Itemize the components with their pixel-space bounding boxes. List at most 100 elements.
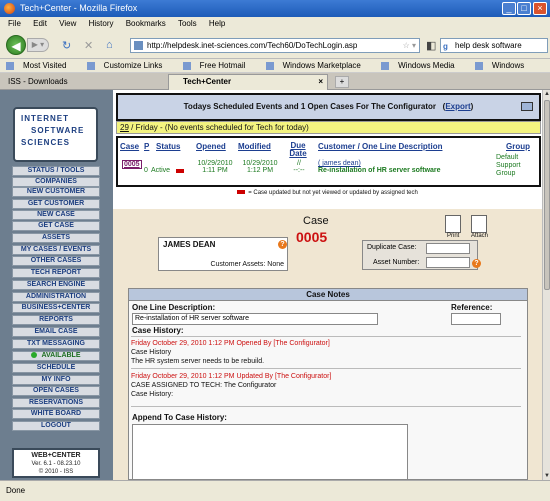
case-number: 0005 bbox=[296, 229, 328, 245]
nav-get-case[interactable]: GET CASE bbox=[12, 221, 100, 231]
google-icon: g bbox=[443, 42, 448, 51]
col-group[interactable]: Group bbox=[506, 142, 530, 151]
print-label[interactable]: Print bbox=[447, 233, 459, 239]
nav-new-customer[interactable]: NEW CUSTOMER bbox=[12, 187, 100, 197]
scroll-thumb[interactable] bbox=[544, 100, 550, 290]
divider bbox=[131, 406, 521, 407]
col-customer[interactable]: Customer / One Line Description bbox=[318, 142, 442, 151]
bookmark-star-icon[interactable]: ☆ ▾ bbox=[403, 39, 416, 52]
nav-new-case[interactable]: NEW CASE bbox=[12, 210, 100, 220]
window-title: Tech+Center - Mozilla Firefox bbox=[20, 3, 138, 13]
case-id-link[interactable]: 0005 bbox=[122, 160, 142, 169]
help-icon[interactable]: ? bbox=[278, 240, 287, 249]
status-bar: Done bbox=[0, 480, 550, 501]
nav-get-customer[interactable]: GET CUSTOMER bbox=[12, 199, 100, 209]
export-link[interactable]: Export bbox=[445, 102, 470, 111]
menu-edit[interactable]: Edit bbox=[33, 19, 47, 28]
page-content: INTERNET SOFTWARE SCIENCES STATUS / TOOL… bbox=[0, 90, 542, 480]
append-history-textarea[interactable] bbox=[132, 424, 408, 480]
customer-cell: ( james dean) Re-installation of HR serve… bbox=[318, 160, 441, 174]
nav-my-info[interactable]: MY INFO bbox=[12, 375, 100, 385]
scroll-up-icon[interactable]: ▲ bbox=[543, 90, 550, 98]
nav-available[interactable]: AVAILABLE bbox=[12, 351, 100, 361]
back-button[interactable]: ◀ bbox=[6, 35, 26, 55]
nav-other-cases[interactable]: OTHER CASES bbox=[12, 256, 100, 266]
search-text: help desk software bbox=[455, 41, 522, 50]
nav-search-engine[interactable]: SEARCH ENGINE bbox=[12, 280, 100, 290]
nav-business-center[interactable]: BUSINESS+CENTER bbox=[12, 303, 100, 313]
tab-bar: ISS - Downloads Tech+Center × + bbox=[0, 73, 550, 90]
attach-icon[interactable] bbox=[471, 215, 487, 233]
nav-companies[interactable]: COMPANIES bbox=[12, 177, 100, 187]
schedule-header: Todays Scheduled Events and 1 Open Cases… bbox=[116, 93, 541, 121]
page-scrollbar[interactable]: ▲ ▼ bbox=[542, 90, 550, 480]
new-tab-button[interactable]: + bbox=[335, 76, 349, 88]
menu-bookmarks[interactable]: Bookmarks bbox=[126, 19, 166, 28]
bookmark-windows-marketplace[interactable]: Windows Marketplace bbox=[265, 61, 367, 70]
maximize-button[interactable]: □ bbox=[517, 2, 531, 15]
tab-iss-downloads[interactable]: ISS - Downloads bbox=[2, 75, 162, 89]
col-status[interactable]: Status bbox=[156, 142, 180, 151]
stop-icon[interactable]: ✕ bbox=[84, 39, 93, 52]
menu-tools[interactable]: Tools bbox=[178, 19, 197, 28]
search-engine-icon[interactable]: ◧ bbox=[426, 39, 436, 52]
nav-txt-messaging[interactable]: TXT MESSAGING bbox=[12, 339, 100, 349]
nav-administration[interactable]: ADMINISTRATION bbox=[12, 292, 100, 302]
asset-number-input[interactable] bbox=[426, 257, 470, 268]
bookmark-windows-media[interactable]: Windows Media bbox=[381, 61, 460, 70]
nav-status-tools[interactable]: STATUS / TOOLS bbox=[12, 166, 100, 176]
bookmark-customize-links[interactable]: Customize Links bbox=[86, 61, 169, 70]
col-due-date[interactable]: Due Date bbox=[286, 142, 310, 158]
nav-reports[interactable]: REPORTS bbox=[12, 315, 100, 325]
col-opened[interactable]: Opened bbox=[196, 142, 226, 151]
scroll-down-icon[interactable]: ▼ bbox=[543, 472, 550, 480]
forward-button[interactable]: ▶ ▾ bbox=[27, 38, 49, 52]
updated-flag-icon bbox=[237, 190, 246, 195]
menu-view[interactable]: View bbox=[59, 19, 76, 28]
col-case[interactable]: Case bbox=[120, 142, 139, 151]
nav-assets[interactable]: ASSETS bbox=[12, 233, 100, 243]
col-modified[interactable]: Modified bbox=[238, 142, 271, 151]
divider bbox=[131, 368, 521, 369]
nav-schedule[interactable]: SCHEDULE bbox=[12, 363, 100, 373]
window-icon[interactable] bbox=[521, 102, 533, 111]
nav-my-cases-events[interactable]: MY CASES / EVENTS bbox=[12, 245, 100, 255]
reference-input[interactable] bbox=[451, 313, 501, 325]
legend: = Case updated but not yet viewed or upd… bbox=[113, 190, 542, 200]
customer-link[interactable]: ( james dean) bbox=[318, 160, 361, 167]
menu-help[interactable]: Help bbox=[209, 19, 225, 28]
bookmark-free-hotmail[interactable]: Free Hotmail bbox=[182, 61, 252, 70]
description-input[interactable]: Re-installation of HR server software bbox=[132, 313, 378, 325]
bookmark-windows[interactable]: Windows bbox=[474, 61, 530, 70]
nav-reservations[interactable]: RESERVATIONS bbox=[12, 398, 100, 408]
history-entry-text: The HR system server needs to be rebuild… bbox=[131, 358, 265, 365]
menu-history[interactable]: History bbox=[89, 19, 114, 28]
duplicate-case-input[interactable] bbox=[426, 243, 470, 254]
close-window-button[interactable]: × bbox=[533, 2, 547, 15]
close-tab-icon[interactable]: × bbox=[318, 75, 323, 89]
minimize-button[interactable]: _ bbox=[502, 2, 516, 15]
print-icon[interactable] bbox=[445, 215, 461, 233]
col-priority[interactable]: P bbox=[144, 142, 149, 151]
bookmark-icon bbox=[182, 61, 191, 70]
nav-logout[interactable]: LOGOUT bbox=[12, 421, 100, 431]
url-bar[interactable]: http://helpdesk.inet-sciences.com/Tech60… bbox=[130, 38, 420, 53]
search-input[interactable]: g help desk software bbox=[440, 38, 548, 53]
reload-icon[interactable]: ↻ bbox=[62, 39, 71, 52]
available-status-icon bbox=[31, 352, 38, 359]
home-icon[interactable]: ⌂ bbox=[106, 39, 113, 51]
tab-tech-center[interactable]: Tech+Center × bbox=[168, 74, 328, 90]
iss-logo: INTERNET SOFTWARE SCIENCES bbox=[13, 107, 98, 162]
attach-label[interactable]: Attach bbox=[471, 233, 488, 239]
help-icon[interactable]: ? bbox=[472, 259, 481, 268]
customer-assets: Customer Assets: None bbox=[210, 261, 284, 268]
nav-white-board[interactable]: WHITE BOARD bbox=[12, 409, 100, 419]
group-cell: Default Support Group bbox=[496, 154, 521, 177]
bookmark-most-visited[interactable]: Most Visited bbox=[6, 61, 72, 70]
nav-tech-report[interactable]: TECH REPORT bbox=[12, 268, 100, 278]
menu-file[interactable]: File bbox=[8, 19, 21, 28]
nav-open-cases[interactable]: OPEN CASES bbox=[12, 386, 100, 396]
nav-email-case[interactable]: EMAIL CASE bbox=[12, 327, 100, 337]
today-date-link[interactable]: 29 bbox=[120, 123, 129, 132]
version-box: WEB+CENTER Ver. 6.1 - 08.23.10 © 2010 - … bbox=[12, 448, 100, 478]
